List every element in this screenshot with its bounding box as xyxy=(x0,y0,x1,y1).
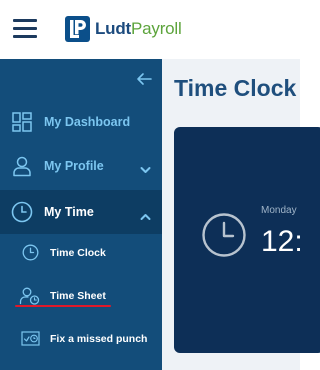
clock-icon xyxy=(201,212,247,263)
time-clock-card: Monday 12: xyxy=(174,127,320,353)
arrow-left-icon[interactable] xyxy=(135,71,153,87)
sidebar-nav: My Dashboard My Profile My Time Time Clo… xyxy=(0,59,162,370)
main-content: Time Clock Monday 12: xyxy=(162,59,320,370)
page-title: Time Clock xyxy=(174,75,297,101)
logo-text: LudtPayroll xyxy=(95,19,182,39)
sidebar-item-label: My Dashboard xyxy=(44,115,131,129)
logo-text-ludt: Ludt xyxy=(95,19,132,38)
timesheet-clock-icon xyxy=(21,330,40,352)
hamburger-menu-icon[interactable] xyxy=(13,19,37,39)
user-icon xyxy=(12,156,32,182)
highlight-underline xyxy=(15,305,111,307)
sidebar-item-my-profile[interactable]: My Profile xyxy=(0,152,162,180)
sidebar-item-my-dashboard[interactable]: My Dashboard xyxy=(0,108,162,136)
chevron-up-icon xyxy=(140,208,151,226)
clock-day: Monday xyxy=(261,205,297,216)
top-header: LudtPayroll xyxy=(0,0,300,59)
sidebar-item-label: My Profile xyxy=(44,159,104,173)
subitem-label: Fix a missed punch xyxy=(50,333,148,345)
sidebar-item-label: My Time xyxy=(44,205,94,219)
subitem-label: Time Sheet xyxy=(50,290,106,302)
app-logo[interactable]: LudtPayroll xyxy=(65,16,182,42)
subitem-fix-missed-punch[interactable]: Fix a missed punch xyxy=(0,327,162,353)
subitem-label: Time Clock xyxy=(50,247,106,259)
dashboard-icon xyxy=(12,112,32,137)
subitem-time-clock[interactable]: Time Clock xyxy=(0,241,162,267)
subitem-time-sheet[interactable]: Time Sheet xyxy=(0,285,162,311)
logo-mark-icon xyxy=(65,16,90,42)
sidebar-item-my-time[interactable]: My Time xyxy=(0,190,162,234)
clock-time: 12: xyxy=(261,225,303,258)
logo-text-payroll: Payroll xyxy=(131,19,182,38)
clock-icon xyxy=(11,201,33,228)
clock-icon xyxy=(22,244,39,266)
chevron-down-icon xyxy=(140,161,151,179)
